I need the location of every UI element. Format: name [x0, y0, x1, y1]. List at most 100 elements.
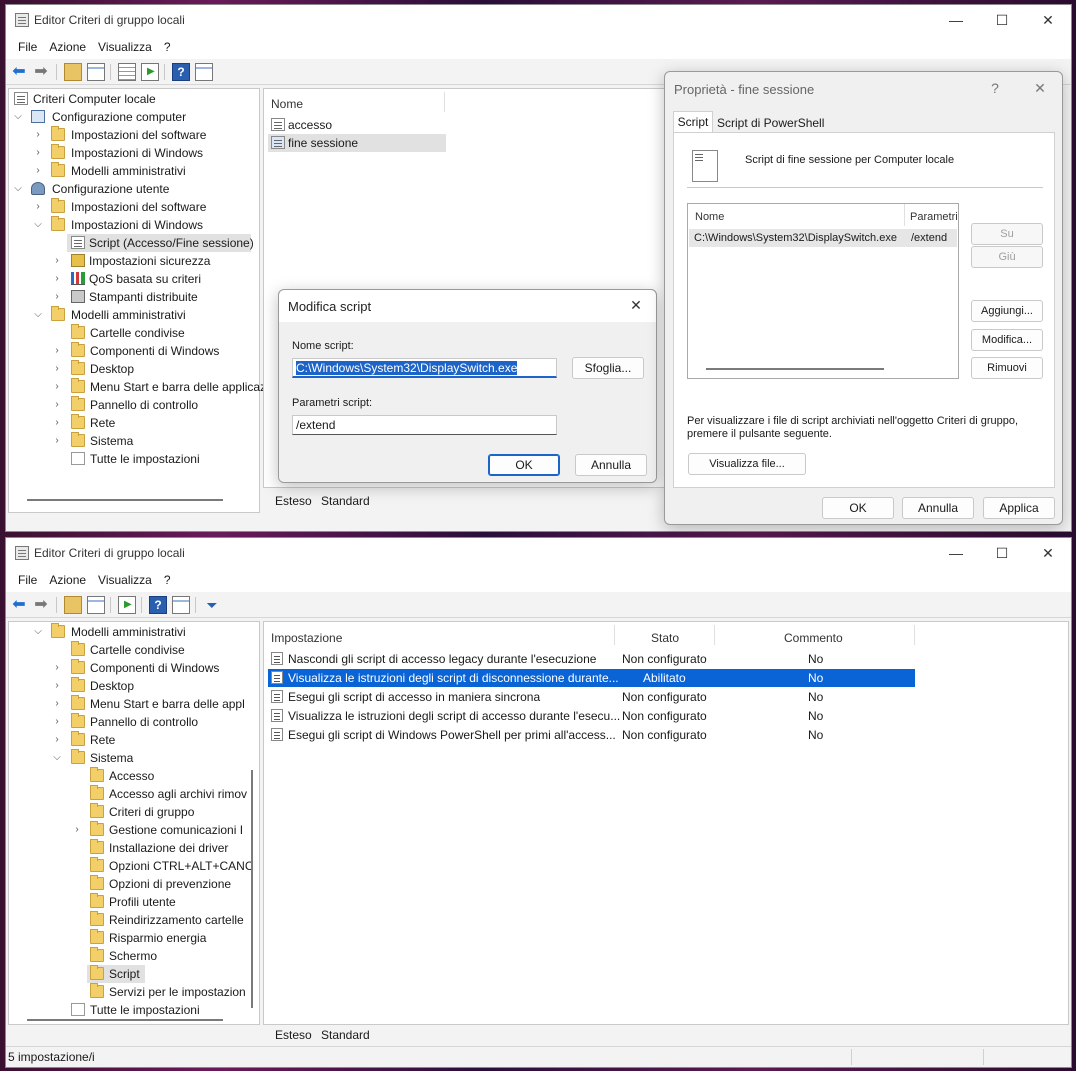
chevron-right-icon[interactable]: › [52, 252, 62, 270]
help-icon[interactable]: ? [172, 63, 190, 81]
vertical-scrollbar[interactable] [251, 770, 253, 1008]
forward-arrow-icon[interactable]: ➡ [32, 63, 50, 81]
chevron-down-icon[interactable]: ⌵ [13, 180, 23, 198]
properties-icon[interactable] [118, 63, 136, 81]
chevron-right-icon[interactable]: › [33, 162, 43, 180]
chevron-right-icon[interactable]: › [33, 198, 43, 216]
chevron-right-icon[interactable]: › [33, 126, 43, 144]
column-header-nome[interactable]: Nome [695, 211, 724, 223]
browse-button[interactable]: Sfoglia... [572, 357, 644, 379]
close-button[interactable]: ✕ [1025, 538, 1071, 568]
cancel-button[interactable]: Annulla [902, 497, 974, 519]
close-button[interactable]: ✕ [1021, 72, 1059, 104]
tab-script[interactable]: Script [673, 111, 713, 133]
filter-icon[interactable]: ⏷ [203, 596, 221, 614]
add-button[interactable]: Aggiungi... [971, 300, 1043, 322]
chevron-down-icon[interactable]: ⌵ [13, 108, 23, 126]
menu-azione[interactable]: Azione [43, 568, 92, 592]
extended-view-icon[interactable] [172, 596, 190, 614]
chevron-right-icon[interactable]: › [52, 360, 62, 378]
chevron-right-icon[interactable]: › [52, 695, 62, 713]
column-header-impostazione[interactable]: Impostazione [271, 631, 342, 645]
column-header-nome[interactable]: Nome [271, 97, 303, 111]
menu-visualizza[interactable]: Visualizza [92, 568, 158, 592]
chevron-down-icon[interactable]: ⌵ [33, 306, 43, 324]
column-header-stato[interactable]: Stato [651, 631, 679, 645]
tab-esteso[interactable]: Esteso [275, 1028, 312, 1042]
horizontal-scrollbar[interactable] [27, 499, 223, 501]
table-row[interactable]: Nascondi gli script di accesso legacy du… [268, 650, 915, 668]
chevron-right-icon[interactable]: › [52, 677, 62, 695]
column-header-parametri[interactable]: Parametri [910, 211, 958, 223]
maximize-button[interactable]: ☐ [979, 538, 1025, 568]
extended-view-icon[interactable] [195, 63, 213, 81]
minimize-button[interactable]: — [933, 538, 979, 568]
cancel-button[interactable]: Annulla [575, 454, 647, 476]
show-hide-tree-icon[interactable] [87, 596, 105, 614]
ok-button[interactable]: OK [488, 454, 560, 476]
chevron-right-icon[interactable]: › [52, 414, 62, 432]
apply-button[interactable]: Applica [983, 497, 1055, 519]
tree-item-script-selected[interactable]: Script (Accesso/Fine sessione) [67, 234, 254, 252]
menu-help[interactable]: ? [158, 568, 177, 592]
minimize-button[interactable]: — [933, 5, 979, 35]
menu-help[interactable]: ? [158, 35, 177, 59]
tab-powershell-script[interactable]: Script di PowerShell [717, 114, 824, 132]
show-hide-tree-icon[interactable] [87, 63, 105, 81]
up-folder-icon[interactable] [64, 63, 82, 81]
back-arrow-icon[interactable]: ⬅ [10, 63, 28, 81]
menu-file[interactable]: File [12, 35, 43, 59]
table-row[interactable]: Esegui gli script di Windows PowerShell … [268, 726, 915, 744]
move-up-button[interactable]: Su [971, 223, 1043, 245]
list-item[interactable]: accesso [268, 116, 446, 134]
chevron-down-icon[interactable]: ⌵ [33, 216, 43, 234]
chevron-right-icon[interactable]: › [52, 659, 62, 677]
menu-visualizza[interactable]: Visualizza [92, 35, 158, 59]
script-params-input[interactable]: /extend [292, 415, 557, 435]
tree-item-script-selected[interactable]: Script [87, 965, 145, 983]
menu-file[interactable]: File [12, 568, 43, 592]
list-item-selected[interactable]: fine sessione [268, 134, 446, 152]
chevron-right-icon[interactable]: › [52, 378, 62, 396]
up-folder-icon[interactable] [64, 596, 82, 614]
help-icon[interactable]: ? [149, 596, 167, 614]
tab-esteso[interactable]: Esteso [275, 494, 312, 508]
export-list-icon[interactable] [118, 596, 136, 614]
chevron-right-icon[interactable]: › [72, 821, 82, 839]
edit-button[interactable]: Modifica... [971, 329, 1043, 351]
chevron-right-icon[interactable]: › [52, 342, 62, 360]
chevron-right-icon[interactable]: › [52, 288, 62, 306]
chevron-right-icon[interactable]: › [52, 270, 62, 288]
chevron-right-icon[interactable]: › [52, 731, 62, 749]
close-button[interactable]: ✕ [1025, 5, 1071, 35]
column-header-commento[interactable]: Commento [784, 631, 843, 645]
chevron-right-icon[interactable]: › [52, 432, 62, 450]
tab-standard[interactable]: Standard [321, 1028, 370, 1042]
menu-azione[interactable]: Azione [43, 35, 92, 59]
chevron-right-icon[interactable]: › [52, 396, 62, 414]
title-bar[interactable]: Editor Criteri di gruppo locali — ☐ ✕ [6, 5, 1071, 35]
horizontal-scrollbar[interactable] [27, 1019, 223, 1021]
script-name-input[interactable]: C:\Windows\System32\DisplaySwitch.exe [292, 358, 557, 378]
scripts-list[interactable]: Nome Parametri C:\Windows\System32\Displ… [687, 203, 959, 379]
back-arrow-icon[interactable]: ⬅ [10, 596, 28, 614]
chevron-down-icon[interactable]: ⌵ [52, 749, 62, 767]
export-list-icon[interactable] [141, 63, 159, 81]
maximize-button[interactable]: ☐ [979, 5, 1025, 35]
help-button[interactable]: ? [977, 72, 1013, 104]
close-button[interactable]: ✕ [619, 290, 653, 320]
chevron-down-icon[interactable]: ⌵ [33, 623, 43, 641]
show-files-button[interactable]: Visualizza file... [688, 453, 806, 475]
remove-button[interactable]: Rimuovi [971, 357, 1043, 379]
table-row[interactable]: Esegui gli script di accesso in maniera … [268, 688, 915, 706]
title-bar[interactable]: Editor Criteri di gruppo locali — ☐ ✕ [6, 538, 1071, 568]
ok-button[interactable]: OK [822, 497, 894, 519]
chevron-right-icon[interactable]: › [52, 713, 62, 731]
script-row[interactable]: C:\Windows\System32\DisplaySwitch.exe /e… [689, 229, 957, 247]
move-down-button[interactable]: Giù [971, 246, 1043, 268]
horizontal-scrollbar[interactable] [706, 368, 884, 370]
chevron-right-icon[interactable]: › [33, 144, 43, 162]
tab-standard[interactable]: Standard [321, 494, 370, 508]
table-row[interactable]: Visualizza le istruzioni degli script di… [268, 707, 915, 725]
table-row-selected[interactable]: Visualizza le istruzioni degli script di… [268, 669, 915, 687]
